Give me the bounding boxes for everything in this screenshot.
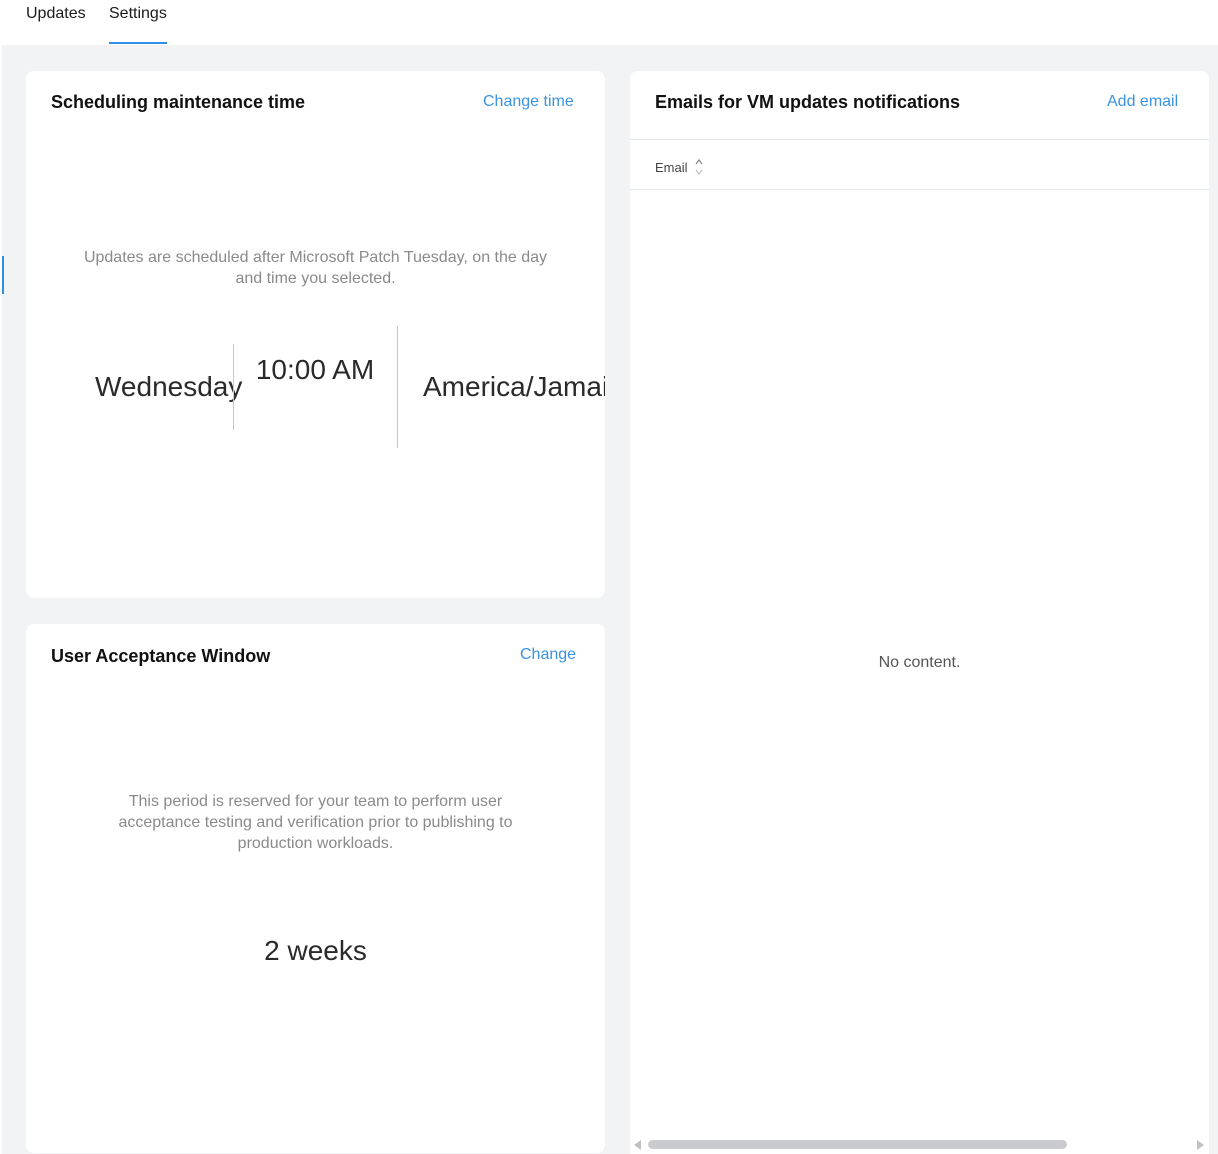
email-column-header[interactable]: Email [655,157,704,177]
divider [397,326,398,448]
tab-bar: Updates Settings [0,0,1218,45]
acceptance-duration: 2 weeks [264,935,367,966]
acceptance-card-title: User Acceptance Window [51,646,271,666]
scroll-right-icon[interactable] [1197,1140,1204,1150]
schedule-time: 10:00 AM [255,354,375,385]
change-window-link[interactable]: Change [520,646,576,664]
acceptance-description: This period is reserved for your team to… [118,793,513,852]
maintenance-time-card: Scheduling maintenance time Change time … [26,71,605,598]
schedule-timezone: America/Jamaica [423,371,605,402]
horizontal-scrollbar[interactable] [630,1138,1209,1152]
tab-settings[interactable]: Settings [109,5,167,45]
email-notifications-card: Emails for VM updates notifications Add … [630,71,1209,1154]
maintenance-description: Updates are scheduled after Microsoft Pa… [83,249,548,287]
empty-state-text: No content. [878,654,961,671]
active-nav-indicator [2,256,4,294]
divider [630,139,1209,140]
schedule-summary: Wednesday 10:00 AM America/Jamaica [26,326,605,451]
add-email-link[interactable]: Add email [1107,93,1178,111]
emails-card-title: Emails for VM updates notifications [655,92,961,112]
email-column-label: Email [655,159,688,175]
sort-icon[interactable] [694,157,704,177]
scroll-left-icon[interactable] [634,1140,641,1150]
schedule-day: Wednesday [95,371,243,402]
user-acceptance-card: User Acceptance Window Change This perio… [26,624,605,1153]
maintenance-card-title: Scheduling maintenance time [51,92,306,112]
divider [630,189,1209,190]
tab-updates[interactable]: Updates [26,5,86,45]
scrollbar-thumb[interactable] [648,1140,1067,1149]
change-time-link[interactable]: Change time [483,93,574,111]
